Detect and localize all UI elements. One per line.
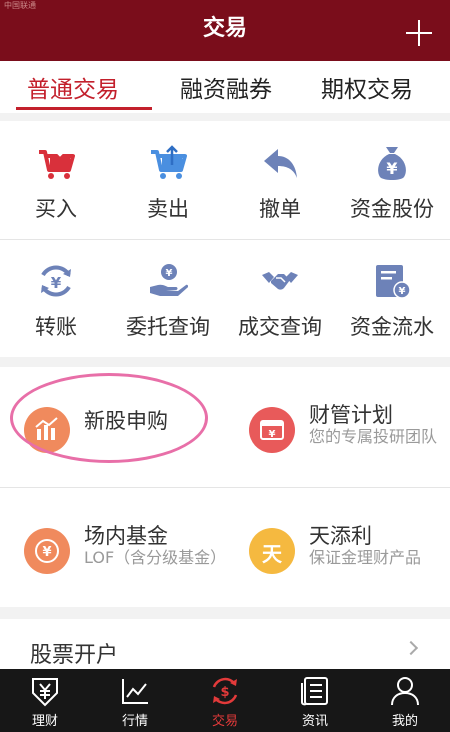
nav-trade[interactable]: $ 交易 <box>180 669 270 732</box>
sell-label: 卖出 <box>147 197 189 221</box>
fund-flow-label: 资金流水 <box>350 315 434 339</box>
svg-text:¥: ¥ <box>399 286 406 297</box>
tab-margin-trade[interactable]: 融资融券 <box>180 70 272 104</box>
transfer-button[interactable]: ¥ 转账 <box>0 239 112 357</box>
svg-text:¥: ¥ <box>42 545 51 560</box>
open-account-label: 股票开户 <box>30 643 119 668</box>
nav-wealth[interactable]: 理财 <box>0 669 90 732</box>
tab-options-trade[interactable]: 期权交易 <box>321 70 413 104</box>
nav-me-label: 我的 <box>391 714 418 729</box>
svg-text:¥: ¥ <box>166 268 173 279</box>
add-icon[interactable] <box>406 20 432 46</box>
svg-text:¥: ¥ <box>51 274 62 292</box>
tiantianli-desc: 保证金理财产品 <box>309 548 422 567</box>
nav-market-label: 行情 <box>121 714 148 729</box>
svg-text:¥: ¥ <box>386 159 397 178</box>
nav-news-label: 资讯 <box>301 714 328 729</box>
funds-shares-label: 资金股份 <box>350 197 434 221</box>
exchange-fund-desc: LOF（含分级基金） <box>84 548 227 567</box>
nav-news[interactable]: 资讯 <box>270 669 360 732</box>
order-query-label: 委托查询 <box>126 315 210 339</box>
buy-button[interactable]: 买入 <box>0 121 112 239</box>
fund-flow-button[interactable]: ¥ 资金流水 <box>336 239 448 357</box>
transfer-label: 转账 <box>35 315 77 339</box>
sell-button[interactable]: 卖出 <box>112 121 224 239</box>
wealth-plan-desc: 您的专属投研团队 <box>309 427 438 446</box>
trade-tabs: 普通交易 融资融券 期权交易 <box>0 61 450 113</box>
bill-icon: ¥ <box>376 265 411 299</box>
exchange-fund-item[interactable]: ¥ 场内基金 LOF（含分级基金） <box>0 488 227 608</box>
dollar-cycle-icon: $ <box>212 677 238 705</box>
deal-query-label: 成交查询 <box>238 315 322 339</box>
person-icon <box>391 677 419 706</box>
cancel-order-button[interactable]: 撤单 <box>224 121 336 239</box>
cart-up-icon <box>151 145 187 179</box>
page-title: 交易 <box>202 16 247 41</box>
cancel-order-label: 撤单 <box>259 197 301 221</box>
fund-yen-icon: ¥ <box>24 528 70 574</box>
funds-shares-button[interactable]: ¥ 资金股份 <box>336 121 448 239</box>
line-chart-icon <box>122 679 148 704</box>
tian-icon: 天 <box>249 528 295 574</box>
feature-panel: 新股申购 ¥ 财管计划 您的专属投研团队 ¥ 场内基金 LOF（含分级基金） 天… <box>0 367 450 607</box>
ipo-subscription-item[interactable]: 新股申购 <box>0 367 225 487</box>
undo-arrow-icon <box>264 149 297 178</box>
order-query-button[interactable]: ¥ 委托查询 <box>112 239 224 357</box>
chevron-right-icon <box>403 640 419 656</box>
nav-me[interactable]: 我的 <box>360 669 450 732</box>
money-bag-icon: ¥ <box>378 147 406 180</box>
wallet-icon: ¥ <box>249 407 295 453</box>
tab-normal-trade[interactable]: 普通交易 <box>27 70 119 104</box>
svg-text:$: $ <box>220 685 229 700</box>
hand-coin-icon: ¥ <box>150 264 188 296</box>
tiantianli-item[interactable]: 天 天添利 保证金理财产品 <box>225 488 450 608</box>
active-tab-indicator <box>16 107 152 110</box>
bottom-nav: 理财 行情 $ 交易 资讯 我的 <box>0 669 450 732</box>
trade-actions-grid: 买入 卖出 撤单 ¥ 资金股份 ¥ 转账 ¥ 委托查询 成交查询 ¥ 资金流水 <box>0 121 450 357</box>
yen-transfer-icon: ¥ <box>41 265 71 297</box>
handshake-icon <box>262 272 298 290</box>
open-account-row[interactable]: 股票开户 <box>0 619 450 669</box>
deal-query-button[interactable]: 成交查询 <box>224 239 336 357</box>
nav-market[interactable]: 行情 <box>90 669 180 732</box>
nav-wealth-label: 理财 <box>31 714 58 729</box>
buy-label: 买入 <box>35 197 77 221</box>
yen-box-icon <box>32 678 58 707</box>
svg-text:¥: ¥ <box>269 429 276 440</box>
news-icon <box>301 677 328 706</box>
header-bar: 中国联通 交易 <box>0 0 450 61</box>
tian-glyph: 天 <box>262 542 282 566</box>
wealth-plan-item[interactable]: ¥ 财管计划 您的专属投研团队 <box>225 367 450 487</box>
cart-down-icon <box>39 145 75 179</box>
nav-trade-label: 交易 <box>211 714 238 729</box>
highlight-ring <box>10 373 208 463</box>
